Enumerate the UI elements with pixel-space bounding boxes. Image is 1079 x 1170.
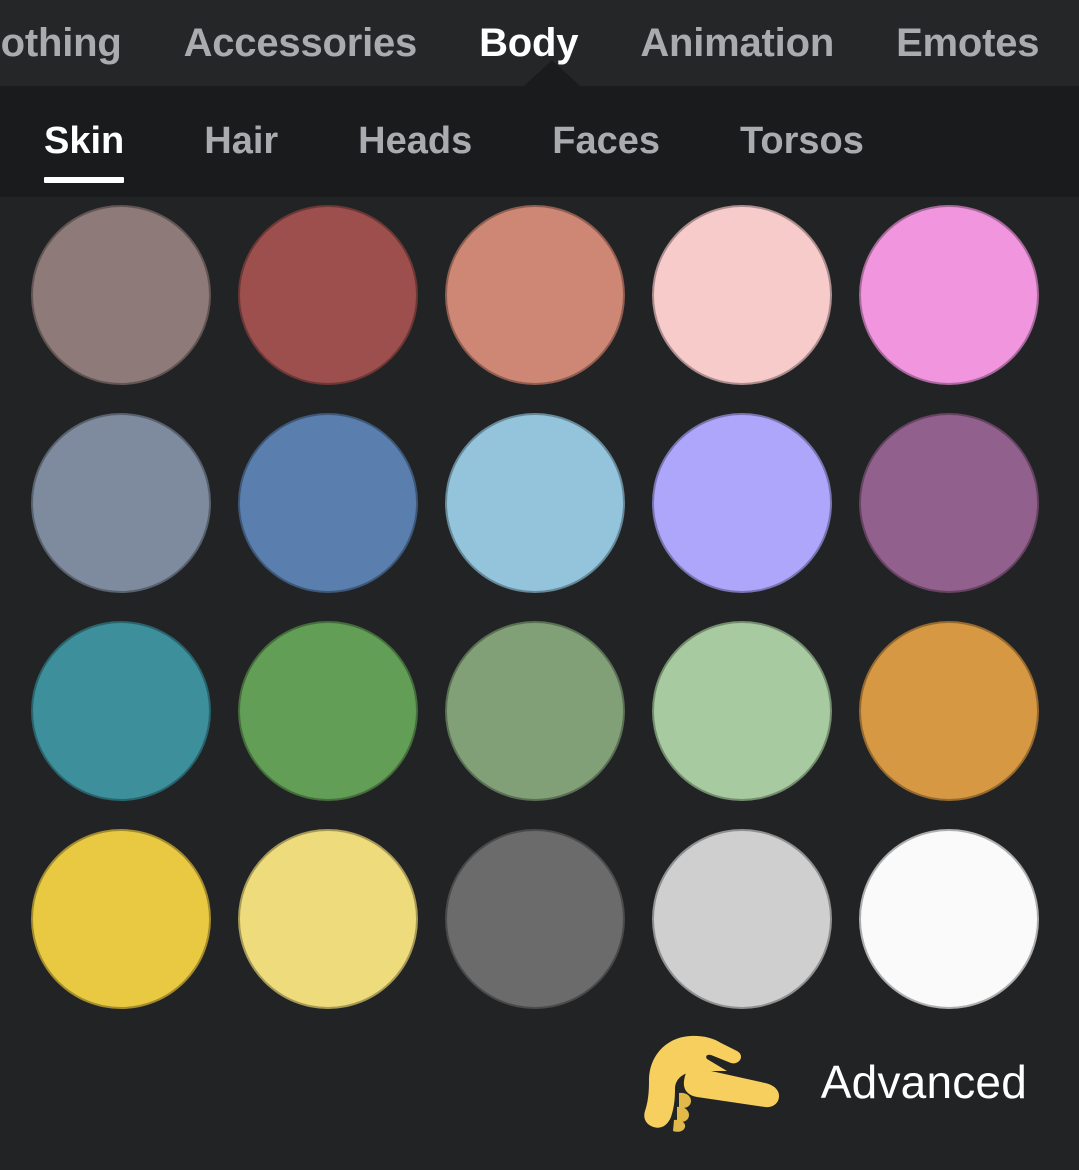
- skin-color-swatch-light-gray[interactable]: [652, 829, 832, 1009]
- skin-color-grid: [0, 197, 1079, 1037]
- active-tab-caret-icon: [524, 60, 580, 86]
- skin-color-swatch-white[interactable]: [859, 829, 1039, 1009]
- tab-clothing[interactable]: Clothing: [0, 0, 153, 86]
- skin-color-swatch-light-green[interactable]: [652, 621, 832, 801]
- skin-color-row: [0, 621, 1079, 829]
- skin-color-swatch-light-pink[interactable]: [652, 205, 832, 385]
- skin-color-swatch-golden-yellow[interactable]: [31, 829, 211, 1009]
- subtab-torsos[interactable]: Torsos: [700, 86, 904, 197]
- subtab-hair[interactable]: Hair: [164, 86, 318, 197]
- skin-color-swatch-mauve-purple[interactable]: [859, 413, 1039, 593]
- skin-color-swatch-medium-green[interactable]: [238, 621, 418, 801]
- subtab-heads[interactable]: Heads: [318, 86, 512, 197]
- tab-animation[interactable]: Animation: [609, 0, 865, 86]
- skin-color-swatch-orange[interactable]: [859, 621, 1039, 801]
- tab-emotes[interactable]: Emotes: [865, 0, 1070, 86]
- body-subtab-list: Skin Hair Heads Faces Torsos: [0, 86, 904, 197]
- skin-color-swatch-sage-green[interactable]: [445, 621, 625, 801]
- skin-color-row: [0, 413, 1079, 621]
- skin-color-swatch-teal[interactable]: [31, 621, 211, 801]
- advanced-row: Advanced: [0, 1012, 1079, 1152]
- skin-color-row: [0, 829, 1079, 1037]
- advanced-button[interactable]: Advanced: [821, 1059, 1027, 1105]
- body-subtabbar: Skin Hair Heads Faces Torsos: [0, 86, 1079, 197]
- subtab-faces[interactable]: Faces: [512, 86, 700, 197]
- skin-color-swatch-salmon[interactable]: [445, 205, 625, 385]
- skin-color-swatch-sky-blue[interactable]: [445, 413, 625, 593]
- skin-color-swatch-brick-red[interactable]: [238, 205, 418, 385]
- subtab-active-underline: [44, 177, 125, 183]
- skin-color-swatch-pale-yellow[interactable]: [238, 829, 418, 1009]
- subtab-skin-label: Skin: [44, 120, 125, 162]
- skin-color-swatch-taupe-gray[interactable]: [31, 205, 211, 385]
- skin-color-swatch-steel-blue[interactable]: [238, 413, 418, 593]
- skin-color-row: [0, 205, 1079, 413]
- pointing-hand-right-icon: [644, 1035, 779, 1132]
- skin-color-swatch-slate-blue-gray[interactable]: [31, 413, 211, 593]
- skin-color-swatch-dark-gray[interactable]: [445, 829, 625, 1009]
- tab-accessories[interactable]: Accessories: [153, 0, 449, 86]
- skin-color-swatch-bright-pink[interactable]: [859, 205, 1039, 385]
- subtab-skin[interactable]: Skin: [0, 86, 164, 197]
- skin-color-swatch-periwinkle[interactable]: [652, 413, 832, 593]
